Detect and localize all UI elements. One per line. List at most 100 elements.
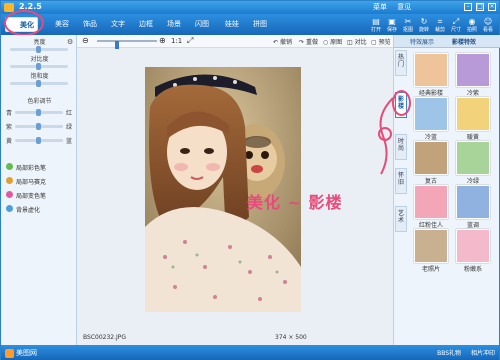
scene-icon (156, 20, 165, 29)
zoom-slider[interactable] (97, 40, 157, 49)
effect-label: 经典影楼 (418, 90, 443, 97)
app-window: 2.2.5 菜单 意见 – □ × 美化 美容 饰品 文字 边框 场景 闪图 娃… (0, 0, 500, 360)
background-blur-button[interactable]: 背景虚化 (6, 205, 40, 214)
tab-effect-showcase[interactable]: 特效展示 (410, 37, 434, 46)
effect-label: 老照片 (421, 266, 440, 273)
zoom-ratio[interactable]: 1:1 (171, 37, 182, 45)
status-bar: 美图网 BBS礼物 相片冲印 (1, 345, 499, 360)
original-button[interactable]: ○ 原图 (323, 37, 342, 46)
effect-thumb[interactable] (414, 229, 448, 263)
cyan-red-knob[interactable] (36, 109, 41, 116)
color-pen-icon (6, 163, 13, 170)
window-controls: – □ × (464, 3, 496, 11)
local-recolor-pen-button[interactable]: 局部变色笔 (6, 191, 46, 200)
local-mosaic-button[interactable]: 局部马赛克 (6, 177, 46, 186)
cyan-red-slider[interactable] (15, 109, 63, 116)
saturation-label: 饱和度 (30, 73, 49, 80)
resize-button[interactable]: ⤢ 尺寸 (449, 16, 463, 33)
effect-thumb[interactable] (414, 97, 448, 131)
effect-thumb[interactable] (414, 185, 448, 219)
compare-button[interactable]: ◫ 对比 (347, 37, 367, 46)
tab-accessories[interactable]: 饰品 (69, 17, 100, 32)
open-button[interactable]: ▤ 打开 (369, 16, 383, 33)
minimize-icon[interactable]: – (464, 3, 472, 11)
meitu-link[interactable]: 美图网 (5, 348, 37, 358)
effect-thumb[interactable] (456, 97, 490, 131)
photo-print-link[interactable]: 相片冲印 (471, 350, 495, 357)
effects-panel: 特效展示 影楼特效 热门 影楼 时尚 怀旧 艺术 经典影楼 冷紫 冷蓝 暖黄 复… (392, 35, 500, 345)
meitu-logo-icon (5, 348, 14, 358)
purple-label: 紫 (6, 124, 13, 131)
app-logo-icon (4, 3, 14, 12)
zoom-in-icon[interactable]: ⊕ (159, 36, 166, 45)
crop-icon: ⌗ (437, 17, 443, 26)
maximize-icon[interactable]: □ (476, 3, 484, 11)
green-label: 绿 (66, 124, 73, 131)
category-tab-art[interactable]: 艺术 (395, 206, 407, 232)
tab-frame[interactable]: 边框 (125, 17, 156, 32)
contrast-slider[interactable] (10, 63, 68, 70)
resize-icon: ⤢ (452, 17, 460, 26)
effect-thumb[interactable] (456, 53, 490, 87)
preview-button[interactable]: ▢ 预览 (371, 37, 391, 46)
effect-label: 蓝调 (466, 222, 479, 229)
feedback-link[interactable]: 意见 (397, 3, 411, 11)
tab-doll[interactable]: 娃娃 (211, 17, 242, 32)
category-tab-hot[interactable]: 热门 (395, 50, 407, 76)
collage-icon (242, 20, 251, 29)
effect-thumb[interactable] (456, 141, 490, 175)
title-links: 菜单 意见 (373, 2, 419, 12)
flash-icon (184, 20, 193, 29)
tab-beauty[interactable]: 美容 (41, 17, 72, 32)
tab-flash[interactable]: 闪图 (181, 17, 212, 32)
camera-button[interactable]: ◉ 拍照 (465, 16, 479, 33)
purple-green-knob[interactable] (36, 123, 41, 130)
fit-window-icon[interactable]: ⤢ (187, 36, 193, 46)
cutout-button[interactable]: ✂ 抠图 (401, 16, 415, 33)
brightness-knob[interactable] (36, 46, 41, 53)
doll-icon (214, 20, 223, 29)
save-button[interactable]: ▣ 保存 (385, 16, 399, 33)
accessories-icon (72, 20, 81, 29)
saturation-slider[interactable] (10, 80, 68, 87)
tab-studio-effects[interactable]: 影楼特效 (452, 37, 476, 46)
effect-label: 冷紫 (466, 90, 479, 97)
crop-button[interactable]: ⌗ 裁剪 (433, 16, 447, 33)
text-icon (100, 20, 109, 29)
yellow-label: 黄 (6, 138, 13, 145)
redo-button[interactable]: ↷ 重做 (299, 37, 318, 46)
camera-icon: ◉ (468, 17, 476, 26)
effect-label: 冷蓝 (424, 134, 437, 141)
tab-collage[interactable]: 拼图 (239, 17, 270, 32)
view-button[interactable]: ☺ 看看 (481, 16, 495, 33)
effect-label: 复古 (424, 178, 437, 185)
effect-thumb[interactable] (414, 141, 448, 175)
saturation-knob[interactable] (36, 80, 41, 87)
yellow-blue-slider[interactable] (15, 137, 63, 144)
effects-panel-header: 特效展示 影楼特效 (394, 35, 500, 48)
zoom-out-icon[interactable]: ⊖ (82, 36, 89, 45)
bbs-gift-link[interactable]: BBS礼物 (437, 350, 461, 357)
yellow-blue-knob[interactable] (36, 137, 41, 144)
zoom-knob[interactable] (115, 41, 119, 49)
rotate-button[interactable]: ↻ 旋转 (417, 16, 431, 33)
canvas-toolbar: ⊖ ⊕ 1:1 ⤢ ↶ 撤销 ↷ 重做 ○ 原图 ◫ 对比 ▢ 预览 (77, 35, 393, 49)
cutout-icon: ✂ (404, 17, 412, 26)
tab-scene[interactable]: 场景 (153, 17, 184, 32)
effect-label: 红粉佳人 (418, 222, 443, 229)
tab-beautify[interactable]: 美化 (5, 17, 38, 32)
main-toolbar: ▤ 打开 ▣ 保存 ✂ 抠图 ↻ 旋转 ⌗ 裁剪 ⤢ 尺寸 ◉ 拍照 ☺ 看看 (367, 14, 499, 35)
close-icon[interactable]: × (488, 3, 496, 11)
undo-button[interactable]: ↶ 撤销 (273, 37, 292, 46)
effect-thumb[interactable] (414, 53, 448, 87)
red-label: 红 (66, 110, 73, 117)
brightness-label: 亮度 (33, 39, 46, 46)
menu-link[interactable]: 菜单 (373, 3, 387, 11)
brightness-slider[interactable] (10, 46, 68, 53)
effect-thumb[interactable] (456, 229, 490, 263)
local-color-pen-button[interactable]: 局部彩色笔 (6, 163, 46, 172)
purple-green-slider[interactable] (15, 123, 63, 130)
contrast-knob[interactable] (36, 63, 41, 70)
effect-thumb[interactable] (456, 185, 490, 219)
tab-text[interactable]: 文字 (97, 17, 128, 32)
